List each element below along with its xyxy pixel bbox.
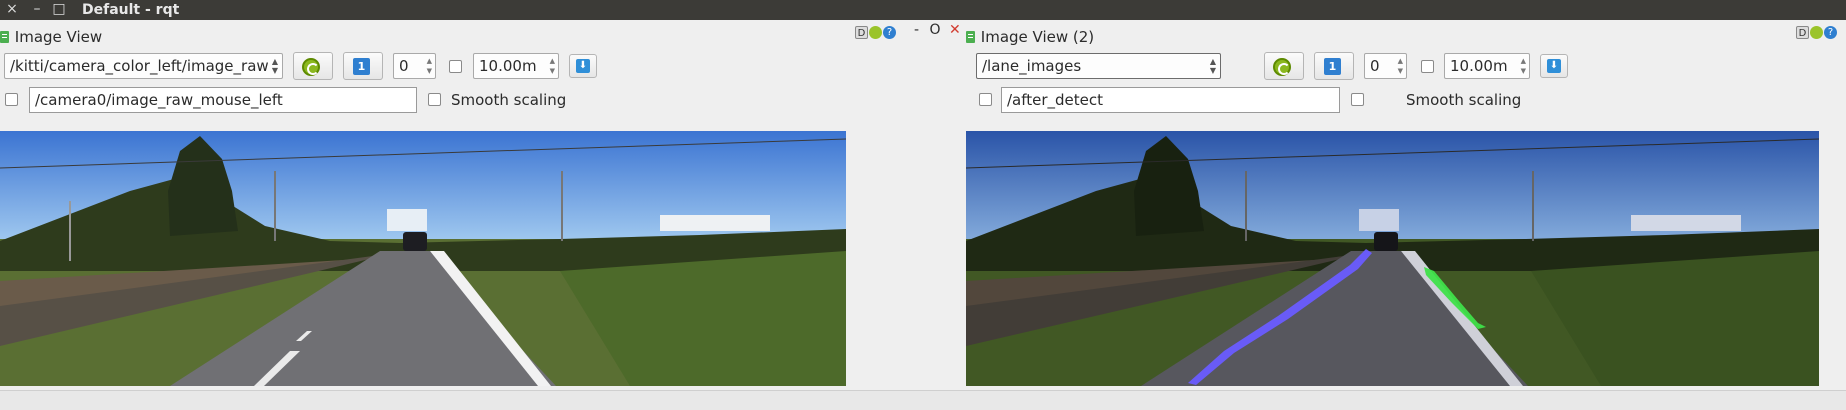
spinbox-arrows-icon: ▲ ▼: [549, 57, 555, 75]
spinbox-arrows-icon: ▲ ▼: [1397, 57, 1403, 75]
combobox-arrows-icon: ▲ ▼: [271, 57, 278, 75]
zoom-1-button[interactable]: 1: [1314, 52, 1354, 80]
window-maximize-icon[interactable]: □: [50, 0, 68, 20]
plugin-header-left: Image View: [0, 24, 102, 50]
plugin-icon: [966, 31, 975, 43]
zoom-1-icon: 1: [1324, 58, 1341, 75]
window-title: Default - rqt: [82, 2, 180, 18]
refresh-icon: [1273, 58, 1291, 76]
rotation-spinbox-value: 0: [399, 57, 409, 75]
spinbox-arrows-icon: ▲ ▼: [1520, 57, 1526, 75]
save-image-button[interactable]: ⬇: [1540, 54, 1568, 78]
dock-reload-icon[interactable]: [869, 26, 882, 39]
zoom-1-button[interactable]: 1: [343, 52, 383, 80]
max-range-spinbox-left[interactable]: 10.00m ▲ ▼: [473, 53, 559, 79]
dock-separator-controls: - O ✕: [914, 22, 964, 40]
window-titlebar: × – □ Default - rqt: [0, 0, 1846, 20]
save-icon: ⬇: [576, 59, 590, 73]
max-range-value: 10.00m: [1450, 57, 1508, 75]
rotation-spinbox-left[interactable]: 0 ▲ ▼: [393, 53, 436, 79]
rotation-spinbox-right[interactable]: 0 ▲ ▼: [1364, 53, 1407, 79]
topic-combobox-left[interactable]: /kitti/camera_color_left/image_raw ▲ ▼: [4, 53, 283, 79]
mouse-topic-field-left[interactable]: /camera0/image_raw_mouse_left: [29, 87, 417, 113]
dock-reload-icon[interactable]: [1810, 26, 1823, 39]
save-icon: ⬇: [1547, 59, 1561, 73]
mouse-topic-value: /after_detect: [1007, 91, 1104, 109]
dock-help-icon[interactable]: ?: [1824, 26, 1837, 39]
refresh-topics-button[interactable]: [293, 52, 333, 80]
plugin-header-right: Image View (2): [966, 24, 1094, 50]
lane-detect-image-right-graphic: [966, 131, 1819, 386]
topic-combobox-value: /kitti/camera_color_left/image_raw: [10, 57, 269, 75]
refresh-icon: [302, 58, 320, 76]
plugin-icon: [0, 31, 9, 43]
smooth-scaling-checkbox-right[interactable]: [1351, 93, 1364, 106]
dock-d-icon[interactable]: D: [855, 26, 868, 39]
publish-click-checkbox-left[interactable]: [5, 93, 18, 106]
smooth-scaling-label-left: Smooth scaling: [451, 91, 567, 109]
dock-buttons-left: D?: [855, 26, 897, 42]
lane-detect-image-right[interactable]: [966, 131, 1819, 386]
dock-options-icon[interactable]: O: [930, 22, 941, 38]
dynamic-range-checkbox-left[interactable]: [449, 60, 462, 73]
mouse-topic-value: /camera0/image_raw_mouse_left: [35, 91, 283, 109]
spinbox-arrows-icon: ▲ ▼: [426, 57, 432, 75]
publish-click-checkbox-right[interactable]: [979, 93, 992, 106]
topic-combobox-value: /lane_images: [982, 57, 1082, 75]
smooth-scaling-label-right: Smooth scaling: [1406, 91, 1522, 109]
max-range-value: 10.00m: [479, 57, 537, 75]
dock-close-icon[interactable]: ✕: [949, 22, 961, 38]
smooth-scaling-checkbox-left[interactable]: [428, 93, 441, 106]
max-range-spinbox-right[interactable]: 10.00m ▲ ▼: [1444, 53, 1530, 79]
save-image-button[interactable]: ⬇: [569, 54, 597, 78]
dock-d-icon[interactable]: D: [1796, 26, 1809, 39]
dynamic-range-checkbox-right[interactable]: [1421, 60, 1434, 73]
dock-buttons-right: D?: [1796, 26, 1838, 42]
image-view-plugin-left: Image View D? /kitti/camera_color_left/i…: [0, 20, 900, 390]
image-view-plugin-right: Image View (2) D? /lane_images ▲ ▼ 1 0 ▲ ▼…: [966, 20, 1846, 390]
combobox-arrows-icon: ▲ ▼: [1209, 57, 1216, 75]
refresh-topics-button[interactable]: [1264, 52, 1304, 80]
dock-minimize-icon[interactable]: -: [914, 22, 919, 38]
dock-help-icon[interactable]: ?: [883, 26, 896, 39]
status-bar: [0, 390, 1846, 410]
window-close-icon[interactable]: ×: [3, 0, 21, 20]
camera-image-left-graphic: [0, 131, 846, 386]
mouse-topic-field-right[interactable]: /after_detect: [1001, 87, 1340, 113]
camera-image-left[interactable]: [0, 131, 846, 386]
plugin-title-right: Image View (2): [980, 28, 1095, 46]
plugin-title-left: Image View: [14, 28, 103, 46]
rotation-spinbox-value: 0: [1370, 57, 1380, 75]
topic-combobox-right[interactable]: /lane_images ▲ ▼: [976, 53, 1221, 79]
window-minimize-icon[interactable]: –: [28, 0, 46, 20]
zoom-1-icon: 1: [353, 58, 370, 75]
